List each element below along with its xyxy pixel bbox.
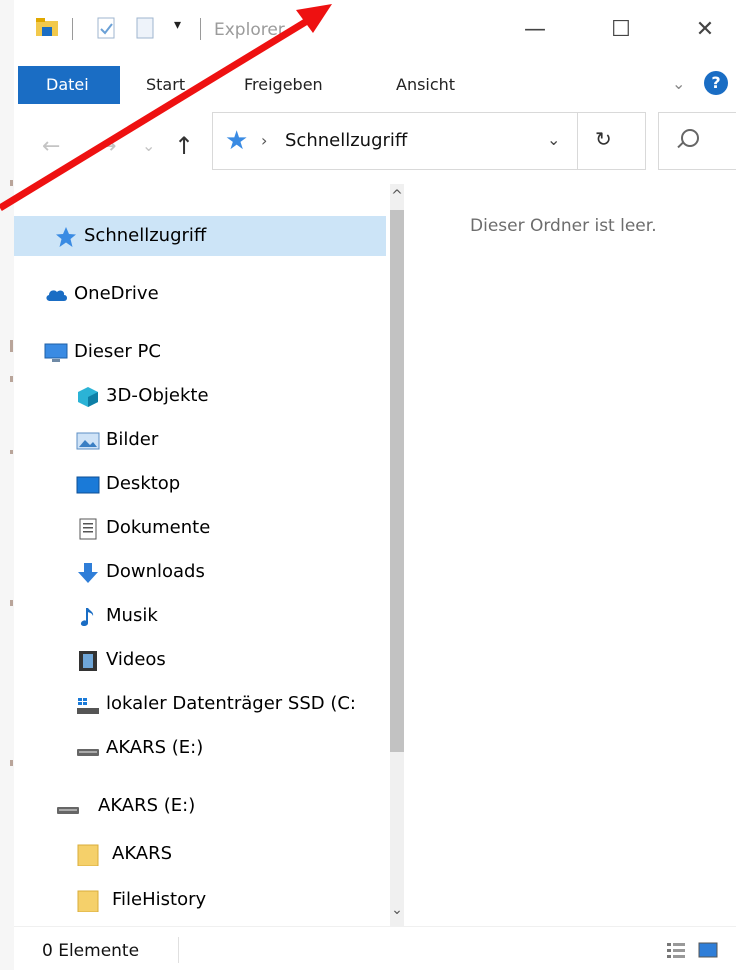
documents-icon — [79, 518, 97, 540]
nav-item-label: 3D-Objekte — [106, 385, 209, 406]
new-folder-icon[interactable] — [134, 17, 156, 39]
address-dropdown-chevron-icon[interactable]: ⌄ — [547, 130, 560, 149]
status-divider — [178, 937, 179, 963]
nav-item-3d-objekte[interactable]: 3D-Objekte — [14, 376, 386, 416]
scrollbar-thumb[interactable] — [390, 210, 404, 752]
nav-item-filehistory[interactable]: FileHistory — [14, 880, 386, 920]
edge-mark — [10, 760, 13, 766]
nav-item-onedrive[interactable]: OneDrive — [14, 274, 386, 314]
recent-locations-chevron-icon[interactable]: ⌄ — [142, 136, 155, 155]
folder-icon — [77, 890, 99, 912]
expand-ribbon-chevron-icon[interactable]: ⌄ — [672, 74, 685, 93]
navigation-bar: ← → ⌄ ↑ ★ › Schnellzugriff ⌄ ↻ — [14, 104, 736, 184]
edge-mark — [10, 376, 13, 382]
refresh-icon[interactable]: ↻ — [595, 127, 612, 151]
scroll-down-arrow-icon[interactable]: ⌄ — [390, 902, 404, 918]
address-divider — [577, 113, 578, 169]
tab-freigeben[interactable]: Freigeben — [244, 66, 323, 104]
nav-item-bilder[interactable]: Bilder — [14, 420, 386, 460]
item-count: 0 Elemente — [42, 941, 140, 961]
nav-item-lokaler-datentraeger[interactable]: lokaler Datenträger SSD (C: — [14, 684, 386, 724]
videos-film-icon — [79, 651, 97, 671]
nav-item-label: AKARS — [112, 843, 173, 864]
large-icons-view-icon[interactable] — [698, 941, 718, 959]
nav-item-schnellzugriff[interactable]: Schnellzugriff — [14, 216, 386, 256]
back-arrow-icon[interactable]: ← — [42, 134, 60, 159]
close-button[interactable]: ✕ — [690, 16, 720, 44]
drive-icon — [77, 749, 99, 756]
edge-mark — [10, 340, 13, 352]
nav-item-videos[interactable]: Videos — [14, 640, 386, 680]
nav-item-label: lokaler Datenträger SSD (C: — [106, 693, 356, 714]
edge-mark — [10, 600, 13, 606]
nav-item-dokumente[interactable]: Dokumente — [14, 508, 386, 548]
nav-item-label: Videos — [106, 649, 166, 670]
nav-item-label: Dieser PC — [74, 341, 161, 362]
nav-item-label: OneDrive — [74, 283, 159, 304]
nav-item-label: Dokumente — [106, 517, 211, 538]
3d-objects-icon — [78, 387, 98, 407]
window-title: Explorer — [214, 20, 285, 40]
left-window-edge — [0, 0, 15, 970]
this-pc-monitor-icon — [44, 343, 68, 362]
minimize-button[interactable]: — — [520, 16, 550, 44]
forward-arrow-icon[interactable]: → — [98, 134, 116, 159]
edge-mark — [10, 180, 13, 186]
toolbar-separator — [200, 18, 201, 40]
nav-item-label: Musik — [106, 605, 158, 626]
nav-item-label: Desktop — [106, 473, 181, 494]
scroll-up-arrow-icon[interactable]: ^ — [390, 188, 404, 204]
nav-item-akars-e[interactable]: AKARS (E:) — [14, 786, 386, 826]
help-icon[interactable]: ? — [704, 71, 728, 95]
tab-datei[interactable]: Datei — [18, 66, 120, 104]
pictures-icon — [76, 432, 100, 450]
nav-item-musik[interactable]: Musik — [14, 596, 386, 636]
nav-item-dieser-pc[interactable]: Dieser PC — [14, 332, 386, 372]
edge-mark — [10, 450, 13, 454]
nav-item-label: AKARS (E:) — [106, 737, 204, 758]
desktop-icon — [76, 476, 100, 494]
nav-item-label: Downloads — [106, 561, 205, 582]
tab-ansicht[interactable]: Ansicht — [396, 66, 455, 104]
maximize-button[interactable]: ☐ — [606, 16, 636, 44]
system-drive-icon — [77, 698, 99, 714]
toolbar-separator — [72, 18, 73, 40]
tab-start[interactable]: Start — [146, 66, 185, 104]
folder-icon — [77, 844, 99, 866]
breadcrumb-separator[interactable]: › — [261, 131, 267, 150]
nav-item-akars-e-under-pc[interactable]: AKARS (E:) — [14, 728, 386, 768]
quick-access-star-icon — [56, 227, 76, 247]
nav-item-desktop[interactable]: Desktop — [14, 464, 386, 504]
drive-icon — [57, 807, 79, 814]
up-arrow-icon[interactable]: ↑ — [174, 132, 194, 160]
properties-icon[interactable] — [95, 17, 117, 39]
nav-item-akars-folder[interactable]: AKARS — [14, 834, 386, 874]
ribbon-tabs: Datei Start Freigeben Ansicht ⌄ ? — [14, 60, 736, 105]
folder-explorer-icon[interactable] — [36, 18, 58, 36]
nav-item-label: AKARS (E:) — [98, 795, 196, 816]
breadcrumb-schnellzugriff[interactable]: Schnellzugriff — [285, 130, 407, 151]
empty-folder-message: Dieser Ordner ist leer. — [470, 216, 657, 236]
navigation-pane: Schnellzugriff OneDrive Dieser PC 3D-Obj… — [14, 184, 404, 926]
address-bar[interactable]: ★ › Schnellzugriff ⌄ ↻ — [212, 112, 646, 170]
nav-item-label: Schnellzugriff — [84, 225, 207, 246]
search-icon — [681, 129, 699, 147]
music-note-icon — [80, 608, 94, 626]
nav-item-label: FileHistory — [112, 889, 207, 910]
nav-pane-scrollbar[interactable]: ^ ⌄ — [390, 184, 404, 926]
details-view-icon[interactable] — [666, 941, 686, 959]
title-bar: ▾ Explorer — ☐ ✕ — [14, 0, 736, 60]
status-bar: 0 Elemente — [14, 926, 736, 971]
onedrive-cloud-icon — [46, 290, 67, 301]
nav-item-label: Bilder — [106, 429, 159, 450]
nav-item-downloads[interactable]: Downloads — [14, 552, 386, 592]
customize-quick-access-icon[interactable]: ▾ — [174, 17, 181, 33]
search-box[interactable] — [658, 112, 736, 170]
quick-access-star-icon: ★ — [225, 126, 249, 156]
file-list-area[interactable] — [404, 184, 736, 926]
downloads-arrow-icon — [78, 563, 98, 583]
